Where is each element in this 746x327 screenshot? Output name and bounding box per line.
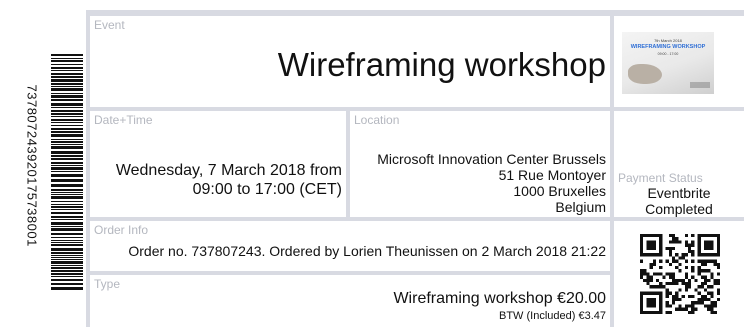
order-info-text: Order no. 737807243. Ordered by Lorien T… (128, 243, 606, 259)
ticket-type-price: Wireframing workshop €20.00 (393, 290, 606, 307)
event-thumbnail-panel: 7th March 2018 WIREFRAMING WORKSHOP 09:0… (614, 16, 744, 107)
location-panel: Location Microsoft Innovation Center Bru… (350, 111, 610, 217)
ticket: 737807243920175738001 Event Wireframing … (10, 10, 744, 327)
datetime-value: Wednesday, 7 March 2018 from 09:00 to 17… (116, 161, 342, 199)
thumbnail-subtitle: 09:00 - 17:00 (657, 52, 679, 56)
order-info-label: Order Info (94, 223, 149, 237)
event-thumbnail-image: 7th March 2018 WIREFRAMING WORKSHOP 09:0… (622, 32, 714, 94)
thumbnail-date: 7th March 2018 (654, 38, 682, 43)
payment-status-panel: Payment Status Eventbrite Completed (614, 111, 744, 217)
ticket-type-tax: BTW (Included) €3.47 (499, 310, 606, 322)
order-info-panel: Order Info Order no. 737807243. Ordered … (90, 221, 610, 271)
datetime-line-1: Wednesday, 7 March 2018 from (115, 162, 342, 179)
datetime-label: Date+Time (94, 113, 153, 127)
thumbnail-title: WIREFRAMING WORKSHOP (630, 44, 706, 50)
payment-status-label: Payment Status (618, 171, 703, 185)
location-line-country: Belgium (555, 199, 606, 215)
payment-state: Completed (645, 201, 713, 217)
location-line-city: 1000 Bruxelles (513, 183, 606, 199)
location-line-venue: Microsoft Innovation Center Brussels (377, 151, 606, 167)
barcode-icon (51, 54, 83, 290)
payment-provider: Eventbrite (647, 185, 711, 201)
qr-code-icon (640, 234, 720, 314)
event-panel: Event Wireframing workshop (90, 16, 610, 107)
thumbnail-logo (690, 82, 710, 88)
barcode-number: 737807243920175738001 (24, 84, 40, 247)
ticket-type-panel: Type Wireframing workshop €20.00 BTW (In… (90, 275, 610, 327)
location-address: Microsoft Innovation Center Brussels 51 … (377, 151, 606, 215)
location-line-street: 51 Rue Montoyer (498, 167, 606, 183)
thumbnail-hand-graphic (628, 64, 662, 84)
barcode-panel: 737807243920175738001 (10, 10, 86, 327)
datetime-panel: Date+Time Wednesday, 7 March 2018 from 0… (90, 111, 346, 217)
qr-code-panel (614, 221, 744, 327)
datetime-line-2: 09:00 to 17:00 (CET) (192, 181, 342, 198)
location-label: Location (354, 113, 400, 127)
event-label: Event (94, 18, 125, 32)
ticket-type-label: Type (94, 277, 121, 291)
event-title: Wireframing workshop (277, 46, 606, 83)
payment-status-value: Eventbrite Completed (614, 185, 744, 217)
